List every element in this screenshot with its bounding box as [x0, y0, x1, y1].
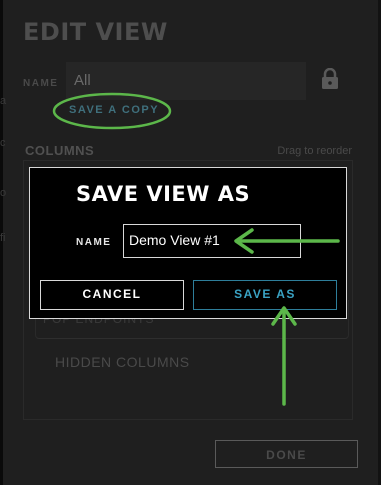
save-as-button[interactable]: SAVE AS [193, 280, 337, 310]
annotation-ellipse [52, 92, 172, 130]
edge-fragment: a [0, 95, 7, 107]
cancel-button[interactable]: CANCEL [40, 280, 184, 310]
edge-fragment: o [0, 187, 7, 199]
hidden-columns-label: HIDDEN COLUMNS [55, 354, 190, 370]
edge-fragment: fi [0, 232, 6, 244]
annotation-arrow-left [234, 228, 340, 254]
done-button[interactable]: DONE [215, 440, 358, 468]
screen: EDIT VIEW NAME All SAVE A COPY COLUMNS D… [0, 0, 381, 485]
name-label: NAME [23, 78, 59, 89]
columns-label: COLUMNS [25, 143, 95, 158]
edge-fragment: c [0, 137, 6, 149]
lock-icon [322, 68, 338, 89]
dialog-title: SAVE VIEW AS [76, 182, 251, 206]
panel-title: EDIT VIEW [23, 18, 168, 46]
dialog-name-label: NAME [76, 237, 112, 248]
annotation-arrow-up [271, 306, 297, 406]
drag-to-reorder-hint: Drag to reorder [277, 145, 352, 157]
